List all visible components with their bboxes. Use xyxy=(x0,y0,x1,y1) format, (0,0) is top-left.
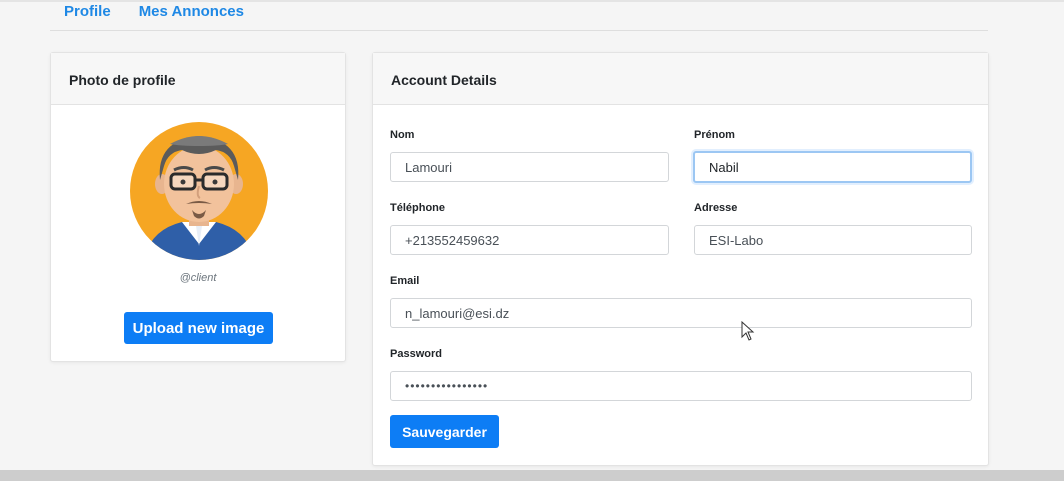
adresse-label: Adresse xyxy=(694,202,738,214)
password-field[interactable] xyxy=(390,371,972,401)
telephone-label: Téléphone xyxy=(390,202,446,214)
prenom-label: Prénom xyxy=(694,129,735,141)
top-border xyxy=(0,0,1064,2)
upload-image-button[interactable]: Upload new image xyxy=(124,312,273,344)
profile-card-title: Photo de profile xyxy=(51,53,345,105)
bottom-bar xyxy=(0,470,1064,481)
save-button[interactable]: Sauvegarder xyxy=(390,415,499,448)
adresse-field[interactable] xyxy=(694,225,972,255)
profile-photo-card: Photo de profile @client Upload new imag… xyxy=(50,52,346,362)
account-details-card: Account Details Nom Prénom Téléphone Adr… xyxy=(372,52,989,466)
nav-divider xyxy=(50,30,988,31)
nav-profile-link[interactable]: Profile xyxy=(64,3,111,20)
password-label: Password xyxy=(390,348,442,360)
nom-field[interactable] xyxy=(390,152,669,182)
mouse-cursor-icon xyxy=(741,321,755,341)
telephone-field[interactable] xyxy=(390,225,669,255)
email-label: Email xyxy=(390,275,420,287)
avatar xyxy=(130,122,268,260)
username-handle: @client xyxy=(179,272,217,284)
nav-annonces-link[interactable]: Mes Annonces xyxy=(139,3,244,20)
nom-label: Nom xyxy=(390,129,415,141)
prenom-field[interactable] xyxy=(693,151,972,183)
top-nav: Profile Mes Annonces xyxy=(64,3,244,20)
account-card-title: Account Details xyxy=(373,53,988,105)
email-field[interactable] xyxy=(390,298,972,328)
